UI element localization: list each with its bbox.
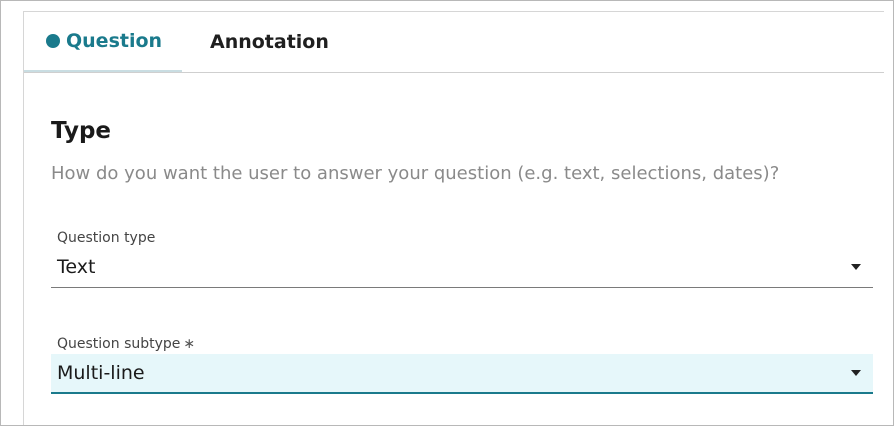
- question-subtype-label: Question subtype: [57, 336, 181, 352]
- tab-annotation-label: Annotation: [210, 31, 329, 53]
- tab-bar: Question Annotation: [24, 12, 884, 73]
- caret-down-icon: [851, 370, 861, 376]
- question-subtype-field: Question subtype ∗ Multi-line: [51, 334, 873, 394]
- tab-question[interactable]: Question: [24, 12, 182, 72]
- active-dot-icon: [46, 34, 60, 48]
- question-subtype-value: Multi-line: [57, 362, 145, 384]
- section-title: Type: [51, 118, 112, 144]
- question-type-select[interactable]: Text: [51, 248, 873, 288]
- question-editor-panel: Question Annotation Type How do you want…: [23, 11, 884, 425]
- question-subtype-select[interactable]: Multi-line: [51, 354, 873, 394]
- question-type-value: Text: [57, 256, 96, 278]
- question-subtype-label-row: Question subtype ∗: [51, 334, 873, 354]
- tab-annotation[interactable]: Annotation: [210, 12, 329, 72]
- window-frame: Question Annotation Type How do you want…: [0, 0, 894, 426]
- caret-down-icon: [851, 264, 861, 270]
- tab-question-label: Question: [66, 30, 163, 52]
- section-description: How do you want the user to answer your …: [51, 163, 780, 184]
- required-asterisk-icon: ∗: [183, 336, 196, 352]
- question-type-field: Question type Text: [51, 228, 873, 288]
- question-type-label: Question type: [57, 230, 156, 246]
